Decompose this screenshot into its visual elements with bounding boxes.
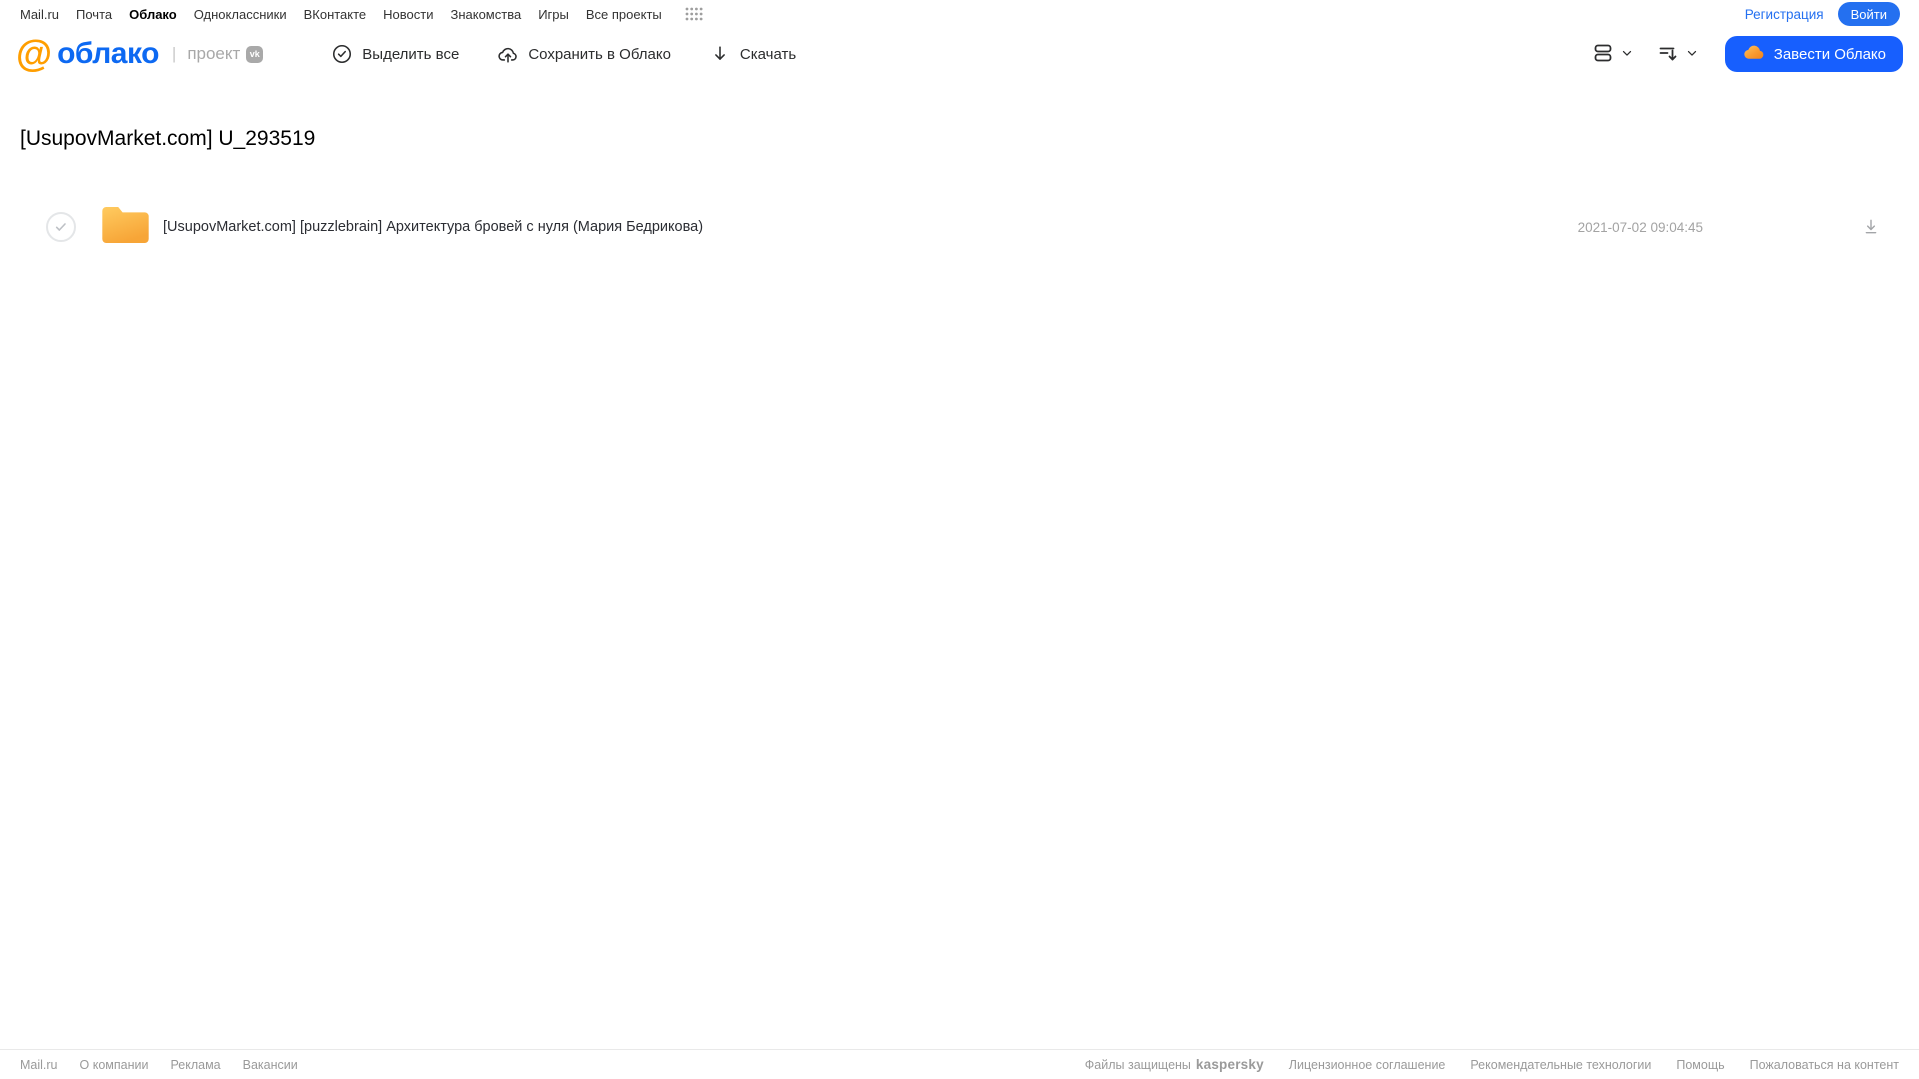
file-list: [UsupovMarket.com] [puzzlebrain] Архитек… — [0, 195, 1919, 259]
mailru-at-icon: @ — [16, 32, 53, 74]
toolbar: Выделить все Сохранить в Облако Скачать — [331, 43, 796, 65]
select-all-button[interactable]: Выделить все — [331, 43, 459, 65]
page-title: [UsupovMarket.com] U_293519 — [20, 127, 316, 150]
portal-link-vse-proekty[interactable]: Все проекты — [586, 7, 662, 22]
get-cloud-label: Завести Облако — [1773, 45, 1886, 63]
cloud-upload-icon — [497, 43, 519, 65]
sort-toggle[interactable] — [1656, 41, 1699, 68]
portal-link-odnoklassniki[interactable]: Одноклассники — [194, 7, 287, 22]
list-view-icon — [1591, 41, 1615, 68]
cloud-icon — [1742, 41, 1765, 68]
apps-grid-icon[interactable] — [685, 7, 703, 21]
footer: Mail.ru О компании Реклама Вакансии Файл… — [0, 1049, 1919, 1079]
footer-link-mailru[interactable]: Mail.ru — [20, 1058, 58, 1072]
check-circle-icon — [331, 43, 353, 65]
footer-link-ads[interactable]: Реклама — [170, 1058, 220, 1072]
portal-auth: Регистрация Войти — [1745, 2, 1900, 26]
view-mode-toggle[interactable] — [1591, 41, 1634, 68]
vk-badge-icon: vk — [246, 45, 264, 63]
file-name-link[interactable]: [UsupovMarket.com] [puzzlebrain] Архитек… — [163, 219, 703, 235]
logo-divider: | — [171, 44, 177, 63]
footer-link-recommendations[interactable]: Рекомендательные технологии — [1470, 1058, 1651, 1072]
main-content: [UsupovMarket.com] U_293519 [UsupovMarke… — [0, 127, 1919, 259]
portal-nav: Mail.ru Почта Облако Одноклассники ВКонт… — [0, 0, 1919, 28]
chevron-down-icon — [1620, 46, 1634, 63]
portal-link-pochta[interactable]: Почта — [76, 7, 112, 22]
portal-link-igry[interactable]: Игры — [538, 7, 569, 22]
header-right-controls: Завести Облако — [1591, 36, 1903, 72]
registration-link[interactable]: Регистрация — [1745, 7, 1824, 22]
row-download-button[interactable] — [1861, 217, 1881, 237]
download-icon — [709, 43, 731, 65]
footer-left-links: Mail.ru О компании Реклама Вакансии — [20, 1058, 298, 1072]
folder-icon — [99, 203, 152, 252]
download-button[interactable]: Скачать — [709, 43, 796, 65]
portal-links: Mail.ru Почта Облако Одноклассники ВКонт… — [20, 7, 703, 22]
portal-link-vkontakte[interactable]: ВКонтакте — [304, 7, 367, 22]
portal-link-znakomstva[interactable]: Знакомства — [450, 7, 521, 22]
logo-text: облако — [57, 37, 159, 70]
save-to-cloud-label: Сохранить в Облако — [528, 45, 671, 63]
kaspersky-logo[interactable]: kaspersky — [1196, 1057, 1264, 1072]
file-modified-date: 2021-07-02 09:04:45 — [1577, 219, 1703, 235]
logo-project-label: проект — [187, 44, 241, 63]
portal-link-novosti[interactable]: Новости — [383, 7, 433, 22]
sort-icon — [1656, 41, 1680, 68]
file-row[interactable]: [UsupovMarket.com] [puzzlebrain] Архитек… — [0, 195, 1919, 259]
get-cloud-button[interactable]: Завести Облако — [1724, 36, 1903, 72]
footer-link-help[interactable]: Помощь — [1676, 1058, 1724, 1072]
header: @ облако | проект vk Выделить все Сохран… — [0, 28, 1919, 80]
footer-right-links: Файлы защищены kaspersky Лицензионное со… — [1085, 1057, 1899, 1072]
download-label: Скачать — [739, 45, 797, 63]
footer-link-jobs[interactable]: Вакансии — [243, 1058, 298, 1072]
portal-link-mailru[interactable]: Mail.ru — [20, 7, 59, 22]
footer-link-company[interactable]: О компании — [80, 1058, 149, 1072]
chevron-down-icon — [1685, 46, 1699, 63]
row-checkbox[interactable] — [46, 212, 76, 242]
checkmark-icon — [55, 223, 66, 231]
save-to-cloud-button[interactable]: Сохранить в Облако — [497, 43, 671, 65]
login-button[interactable]: Войти — [1837, 2, 1900, 26]
footer-link-license[interactable]: Лицензионное соглашение — [1289, 1058, 1446, 1072]
kaspersky-protection: Файлы защищены kaspersky — [1085, 1057, 1264, 1072]
select-all-label: Выделить все — [362, 45, 460, 63]
protected-label: Файлы защищены — [1084, 1057, 1191, 1072]
download-icon — [1865, 219, 1877, 234]
footer-link-report[interactable]: Пожаловаться на контент — [1750, 1058, 1899, 1072]
cloud-logo[interactable]: @ облако | проект vk — [16, 32, 264, 74]
portal-link-oblako[interactable]: Облако — [129, 7, 177, 22]
